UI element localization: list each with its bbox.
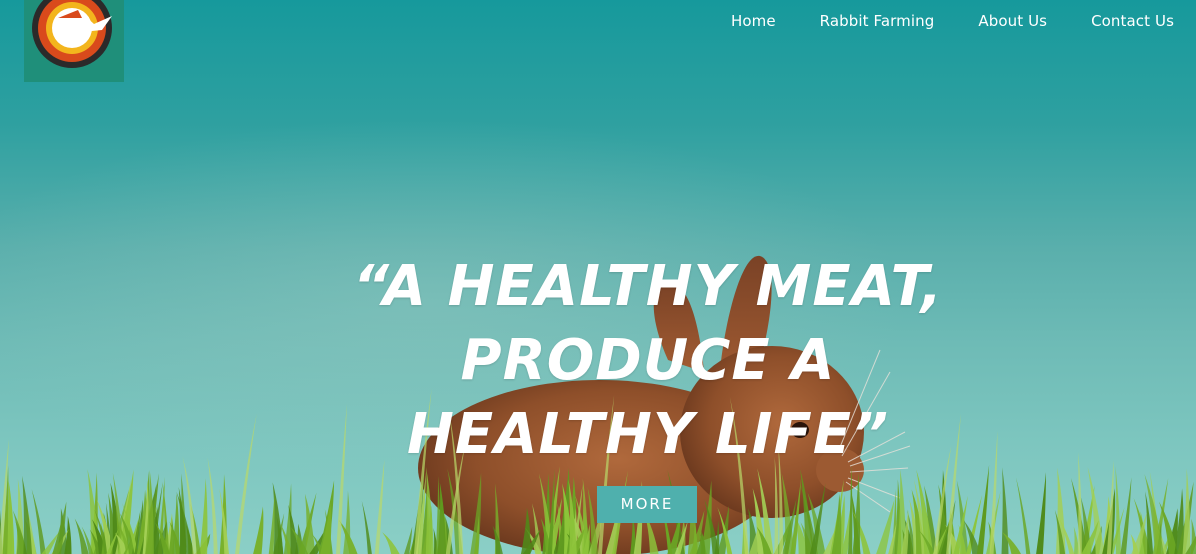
headline-line-3: HEALTHY LIFE” (406, 402, 890, 467)
nav-about-us[interactable]: About Us (978, 12, 1047, 30)
more-button[interactable]: MORE (597, 486, 697, 523)
top-navigation: Home Rabbit Farming About Us Contact Us (731, 12, 1174, 30)
nav-contact-us[interactable]: Contact Us (1091, 12, 1174, 30)
nav-home[interactable]: Home (731, 12, 776, 30)
hero-headline: “A HEALTHY MEAT, PRODUCE A HEALTHY LIFE” (298, 250, 998, 472)
site-logo[interactable] (24, 0, 124, 82)
headline-line-2: PRODUCE A (460, 328, 836, 393)
headline-line-1: “A HEALTHY MEAT, (352, 254, 944, 319)
rabbit-farm-logo-icon (32, 0, 112, 68)
hero-section: Home Rabbit Farming About Us Contact Us … (0, 0, 1196, 554)
nav-rabbit-farming[interactable]: Rabbit Farming (820, 12, 935, 30)
